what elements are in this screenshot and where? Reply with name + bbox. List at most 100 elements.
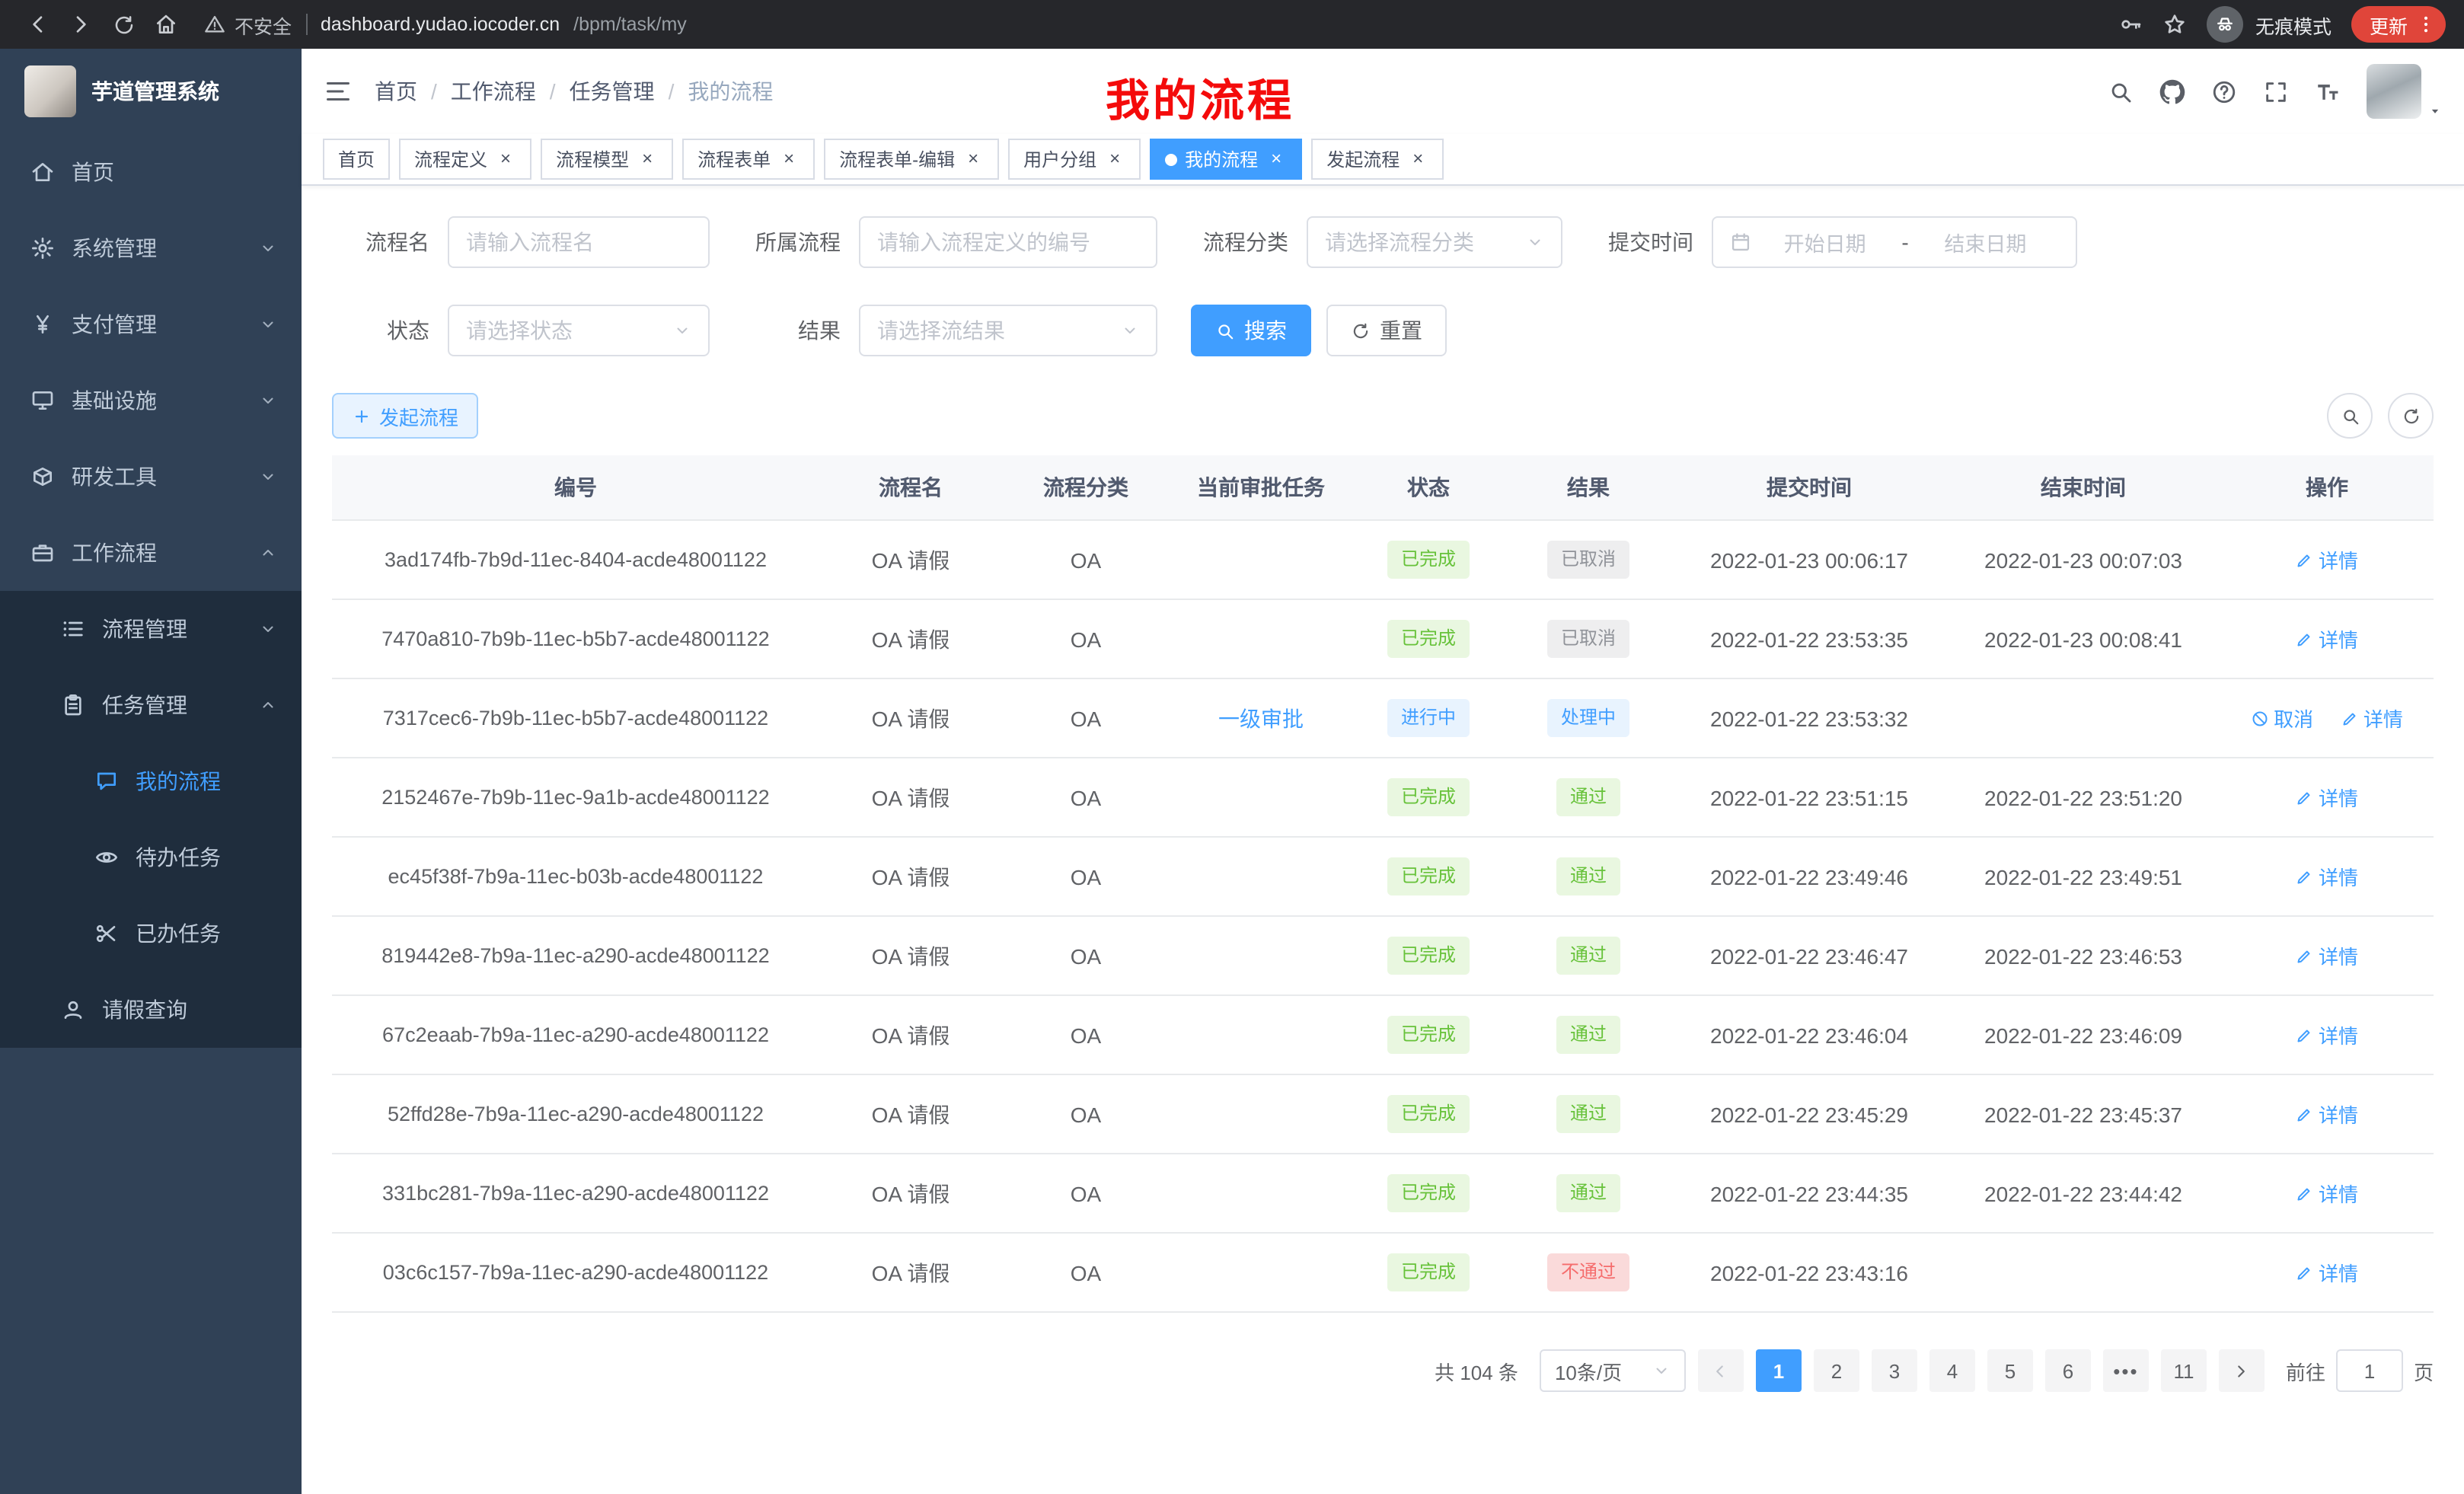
status-badge: 已完成 xyxy=(1387,937,1470,975)
sidebar-item[interactable]: 任务管理 xyxy=(0,667,302,743)
tab[interactable]: 发起流程 × xyxy=(1311,139,1444,180)
fullscreen-icon[interactable] xyxy=(2263,78,2289,104)
sidebar-item[interactable]: 系统管理 xyxy=(0,210,302,286)
tab-close-icon[interactable]: × xyxy=(495,148,516,170)
sidebar-item[interactable]: 研发工具 xyxy=(0,439,302,515)
sidebar-item-label: 待办任务 xyxy=(136,842,221,873)
tab[interactable]: 流程表单 × xyxy=(682,139,815,180)
breadcrumb-item[interactable]: 工作流程 xyxy=(451,76,536,107)
browser-menu-icon[interactable] xyxy=(2415,14,2437,35)
page-number[interactable]: 4 xyxy=(1929,1349,1975,1392)
sidebar-item[interactable]: 我的流程 xyxy=(0,743,302,819)
submit-time: 2022-01-22 23:53:32 xyxy=(1672,678,1946,758)
tab-close-icon[interactable]: × xyxy=(1266,148,1287,170)
avatar[interactable] xyxy=(2367,64,2421,119)
detail-action[interactable]: 详情 xyxy=(2341,704,2403,733)
parent-process-input[interactable] xyxy=(859,216,1157,268)
tab[interactable]: 首页 × xyxy=(323,139,390,180)
create-process-button[interactable]: 发起流程 xyxy=(332,393,478,439)
process-name-input[interactable] xyxy=(448,216,710,268)
process-id: 3ad174fb-7b9d-11ec-8404-acde48001122 xyxy=(332,520,819,599)
page-number[interactable]: 11 xyxy=(2161,1349,2207,1392)
active-tab-dot xyxy=(1165,153,1177,165)
page-number[interactable]: ••• xyxy=(2103,1349,2149,1392)
next-page-button[interactable] xyxy=(2219,1349,2265,1392)
filter-result: 结果 请选择流结果 xyxy=(743,305,1157,356)
browser-forward-button[interactable] xyxy=(61,5,101,44)
status-select[interactable]: 请选择状态 xyxy=(448,305,710,356)
search-icon[interactable] xyxy=(2108,78,2134,104)
detail-action[interactable]: 详情 xyxy=(2296,941,2358,970)
page-number[interactable]: 5 xyxy=(1987,1349,2033,1392)
submit-time-range-picker[interactable]: 开始日期 - 结束日期 xyxy=(1712,216,2077,268)
process-category: OA xyxy=(1002,678,1170,758)
result-badge: 已取消 xyxy=(1547,541,1629,579)
prev-page-button[interactable] xyxy=(1698,1349,1744,1392)
page-number[interactable]: 3 xyxy=(1872,1349,1917,1392)
reset-button[interactable]: 重置 xyxy=(1326,305,1447,356)
browser-back-button[interactable] xyxy=(18,5,58,44)
user-menu[interactable] xyxy=(2367,64,2443,119)
tab[interactable]: 用户分组 × xyxy=(1008,139,1141,180)
page-number[interactable]: 2 xyxy=(1814,1349,1859,1392)
sidebar-item[interactable]: 已办任务 xyxy=(0,895,302,972)
sidebar-item[interactable]: 基础设施 xyxy=(0,362,302,439)
tab[interactable]: 流程模型 × xyxy=(541,139,673,180)
help-icon[interactable] xyxy=(2211,78,2237,104)
security-chip[interactable]: 不安全 xyxy=(204,10,292,39)
browser-reload-button[interactable] xyxy=(104,5,143,44)
detail-action[interactable]: 详情 xyxy=(2296,783,2358,812)
page-number[interactable]: 6 xyxy=(2045,1349,2091,1392)
result-select[interactable]: 请选择流结果 xyxy=(859,305,1157,356)
sidebar-item[interactable]: 请假查询 xyxy=(0,972,302,1048)
sidebar-toggle-button[interactable] xyxy=(302,78,375,105)
tab-close-icon[interactable]: × xyxy=(1104,148,1125,170)
goto-page-input[interactable] xyxy=(2336,1349,2403,1392)
tab-close-icon[interactable]: × xyxy=(637,148,658,170)
page-number[interactable]: 1 xyxy=(1756,1349,1802,1392)
breadcrumb-item[interactable]: 任务管理 xyxy=(570,76,655,107)
show-search-button[interactable] xyxy=(2327,393,2373,439)
bookmark-star-icon[interactable] xyxy=(2162,12,2187,37)
breadcrumb-item[interactable]: 首页 xyxy=(375,76,417,107)
submit-time: 2022-01-22 23:43:16 xyxy=(1672,1233,1946,1312)
detail-action[interactable]: 详情 xyxy=(2296,545,2358,574)
detail-action[interactable]: 详情 xyxy=(2296,1100,2358,1128)
breadcrumb-item[interactable]: 我的流程 xyxy=(688,76,773,107)
detail-action[interactable]: 详情 xyxy=(2296,624,2358,653)
end-time: 2022-01-22 23:51:20 xyxy=(1946,758,2220,837)
tab[interactable]: 流程表单-编辑 × xyxy=(824,139,999,180)
address-bar[interactable]: 不安全 dashboard.yudao.iocoder.cn/bpm/task/… xyxy=(204,10,687,39)
category-select[interactable]: 请选择流程分类 xyxy=(1307,216,1562,268)
process-category: OA xyxy=(1002,520,1170,599)
page-content: 流程名 所属流程 流程分类 请选择流程分类 xyxy=(302,186,2464,1494)
github-icon[interactable] xyxy=(2159,78,2185,104)
page-size-select[interactable]: 10条/页 xyxy=(1540,1349,1686,1392)
sidebar-item[interactable]: 支付管理 xyxy=(0,286,302,362)
current-task-link[interactable]: 一级审批 xyxy=(1218,706,1304,730)
font-size-icon[interactable] xyxy=(2315,78,2341,104)
app-logo[interactable]: 芋道管理系统 xyxy=(0,49,302,134)
cancel-action[interactable]: 取消 xyxy=(2251,704,2313,733)
result-badge: 通过 xyxy=(1556,1174,1620,1212)
update-button[interactable]: 更新 xyxy=(2351,6,2446,43)
sidebar-item[interactable]: 首页 xyxy=(0,134,302,210)
tab-close-icon[interactable]: × xyxy=(962,148,984,170)
sidebar-item[interactable]: 工作流程 xyxy=(0,515,302,591)
detail-action[interactable]: 详情 xyxy=(2296,1179,2358,1208)
search-button[interactable]: 搜索 xyxy=(1191,305,1311,356)
goto-page: 前往 页 xyxy=(2286,1349,2434,1392)
tab-close-icon[interactable]: × xyxy=(778,148,800,170)
tab[interactable]: 流程定义 × xyxy=(399,139,531,180)
detail-action[interactable]: 详情 xyxy=(2296,1020,2358,1049)
detail-action[interactable]: 详情 xyxy=(2296,1258,2358,1287)
detail-action[interactable]: 详情 xyxy=(2296,862,2358,891)
tab-close-icon[interactable]: × xyxy=(1407,148,1428,170)
key-icon[interactable] xyxy=(2118,12,2143,37)
sidebar-item[interactable]: 流程管理 xyxy=(0,591,302,667)
refresh-table-button[interactable] xyxy=(2388,393,2434,439)
browser-home-button[interactable] xyxy=(146,5,186,44)
tab[interactable]: 我的流程 × xyxy=(1150,139,1302,180)
sidebar-item[interactable]: 待办任务 xyxy=(0,819,302,895)
tab-label: 流程定义 xyxy=(414,146,487,172)
